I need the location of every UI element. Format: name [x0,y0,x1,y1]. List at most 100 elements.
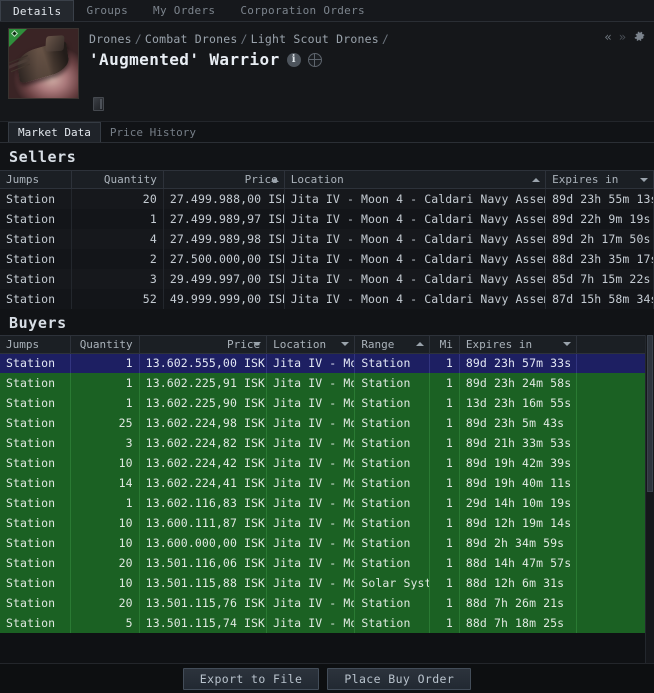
buyers-column-header-mi[interactable]: Mi [429,334,460,354]
cell-price: 27.499.989,97 ISK [163,208,285,229]
cell-blank [576,613,654,633]
market-details-window: Details Groups My Orders Corporation Orders… [0,0,654,693]
cell-price: 27.499.989,98 ISK [163,228,285,249]
cell-expires-in: 88d 23h 35m 17s [545,248,654,269]
export-to-file-button[interactable]: Export to File [182,667,320,690]
cell-jumps: Station [0,493,72,513]
gear-icon[interactable] [633,30,646,43]
breadcrumb[interactable]: Drones / Combat Drones / Light Scout Drones / [89,32,646,46]
cell-expires-in: 89d 12h 19m 14s [459,513,578,533]
cell-location: Jita IV - Mo [266,493,356,513]
cell-blank [576,513,654,533]
table-row[interactable]: Station 10 13.501.115,88 ISK Jita IV - Mo So… [0,573,654,593]
drone-item-icon[interactable] [8,28,79,99]
buyers-scrollbar[interactable] [645,334,654,663]
sellers-column-header-quantity[interactable]: Quantity [71,170,164,189]
table-row[interactable]: Station 1 13.602.116,83 ISK Jita IV - Mo Sta… [0,493,654,513]
table-row[interactable]: Station 14 13.602.224,41 ISK Jita IV - Mo St… [0,473,654,493]
next-icon[interactable]: » [619,31,626,43]
table-row[interactable]: Station 2 27.500.000,00 ISK Jita IV - Moon … [0,248,654,269]
sellers-column-header-expires-in[interactable]: Expires in [545,170,654,189]
column-label: Jumps [6,173,40,186]
table-row[interactable]: Station 10 13.600.000,00 ISK Jita IV - Mo St… [0,533,654,553]
buyers-column-header-range[interactable]: Range [354,334,431,354]
table-row[interactable]: Station 10 13.600.111,87 ISK Jita IV - Mo St… [0,513,654,533]
table-row[interactable]: Station 20 13.501.115,76 ISK Jita IV - Mo St… [0,593,654,613]
cell-quantity: 1 [70,493,140,513]
table-row[interactable]: Station 1 13.602.225,90 ISK Jita IV - Mo Sta… [0,393,654,413]
buyers-scrollbar-thumb[interactable] [647,334,653,493]
table-row[interactable]: Station 1 13.602.225,91 ISK Jita IV - Mo Sta… [0,373,654,393]
breadcrumb-item-3[interactable]: Light Scout Drones [251,32,379,46]
cell-price: 29.499.997,00 ISK [163,268,285,289]
cell-price: 27.499.988,00 ISK [163,188,285,209]
table-row[interactable]: Station 1 13.602.555,00 ISK Jita IV - Mo Sta… [0,353,654,373]
cell-quantity: 20 [70,593,140,613]
cell-price: 13.501.115,74 ISK [139,613,268,633]
buyers-column-header-location[interactable]: Location [266,334,356,354]
place-buy-order-button[interactable]: Place Buy Order [327,667,472,690]
table-row[interactable]: Station 3 29.499.997,00 ISK Jita IV - Moon … [0,268,654,289]
cell-expires-in: 89d 2h 34m 59s [459,533,578,553]
cell-blank [576,353,654,373]
cell-range: Solar Syst [354,573,431,593]
buyers-scroll-area: Jumps Quantity Price Location Range Mi Expires… [0,334,654,663]
cell-blank [576,593,654,613]
table-row[interactable]: Station 5 13.501.115,74 ISK Jita IV - Mo Sta… [0,613,654,633]
cell-blank [576,553,654,573]
buyers-column-header-jumps[interactable]: Jumps [0,334,72,354]
cell-location: Jita IV - Mo [266,413,356,433]
cell-mi: 1 [429,413,460,433]
cell-price: 13.501.116,06 ISK [139,553,268,573]
buyers-column-header-quantity[interactable]: Quantity [70,334,140,354]
cell-expires-in: 89d 22h 9m 19s [545,208,654,229]
table-row[interactable]: Station 10 13.602.224,42 ISK Jita IV - Mo St… [0,453,654,473]
cell-quantity: 10 [70,513,140,533]
cell-jumps: Station [0,473,72,493]
tab-corporation-orders[interactable]: Corporation Orders [228,0,378,21]
buyers-column-header-price[interactable]: Price [139,334,268,354]
table-row[interactable]: Station 3 13.602.224,82 ISK Jita IV - Mo Sta… [0,433,654,453]
cell-jumps: Station [0,533,72,553]
footer-actions: Export to File Place Buy Order [0,663,654,693]
buyers-column-header-blank[interactable] [576,334,654,354]
cell-price: 13.602.224,41 ISK [139,473,268,493]
table-row[interactable]: Station 4 27.499.989,98 ISK Jita IV - Moon … [0,228,654,249]
breadcrumb-separator: / [134,32,142,46]
compare-icon[interactable] [307,52,322,67]
description-icon[interactable] [93,97,104,111]
cell-mi: 1 [429,473,460,493]
cell-blank [576,533,654,553]
tab-my-orders[interactable]: My Orders [141,0,228,21]
sellers-column-header-location[interactable]: Location [284,170,547,189]
cell-location: Jita IV - Moon 4 - Caldari Navy Assembly… [284,288,547,309]
prev-icon[interactable]: « [605,31,612,43]
cell-expires-in: 13d 23h 16m 55s [459,393,578,413]
header-tools: « » [605,30,646,43]
buyers-body: Station 1 13.602.555,00 ISK Jita IV - Mo Sta… [0,353,654,633]
sellers-column-header-price[interactable]: Price [163,170,285,189]
column-label: Range [361,337,395,351]
cell-quantity: 1 [71,208,164,229]
table-row[interactable]: Station 20 27.499.988,00 ISK Jita IV - Moon… [0,188,654,209]
breadcrumb-item-2[interactable]: Combat Drones [145,32,238,46]
subtab-market-data[interactable]: Market Data [8,122,101,142]
cell-expires-in: 89d 21h 33m 53s [459,433,578,453]
cell-range: Station [354,393,431,413]
subtab-price-history[interactable]: Price History [101,122,205,142]
breadcrumb-item-1[interactable]: Drones [89,32,132,46]
table-row[interactable]: Station 25 13.602.224,98 ISK Jita IV - Mo St… [0,413,654,433]
buyers-column-header-expires-in[interactable]: Expires in [459,334,578,354]
info-icon[interactable]: i [286,52,301,67]
cell-quantity: 52 [71,288,164,309]
table-row[interactable]: Station 1 27.499.989,97 ISK Jita IV - Moon … [0,208,654,229]
tab-details[interactable]: Details [0,0,75,21]
cell-range: Station [354,473,431,493]
table-row[interactable]: Station 20 13.501.116,06 ISK Jita IV - Mo St… [0,553,654,573]
table-row[interactable]: Station 52 49.999.999,00 ISK Jita IV - Moon… [0,288,654,309]
sellers-column-header-jumps[interactable]: Jumps [0,170,73,189]
tab-groups[interactable]: Groups [74,0,141,21]
cell-blank [576,573,654,593]
cell-range: Station [354,513,431,533]
column-label: Mi [439,337,453,351]
